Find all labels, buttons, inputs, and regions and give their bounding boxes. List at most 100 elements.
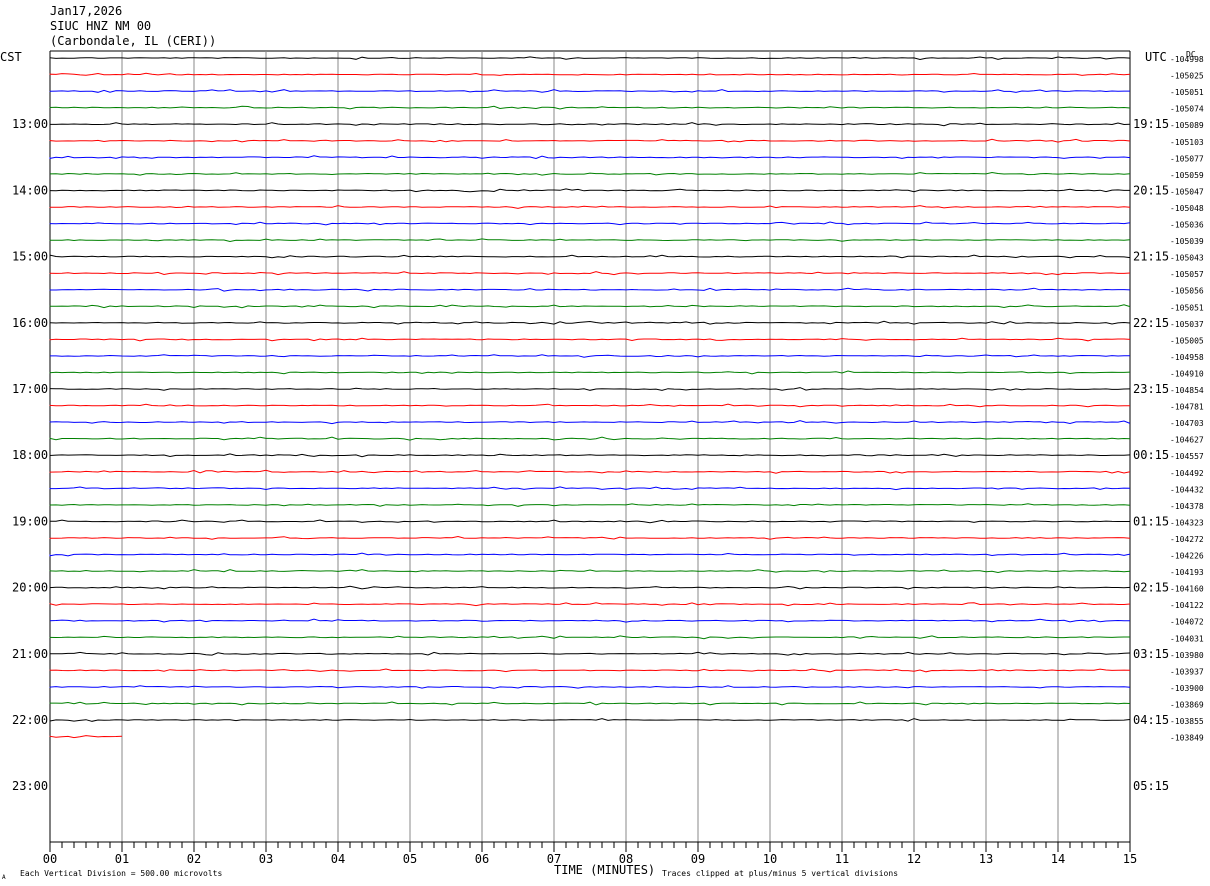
dc-value-label: -104323 [1170,518,1204,527]
right-hour-label: 23:15 [1133,382,1169,396]
dc-value-label: -104226 [1170,552,1204,561]
right-hour-label: 04:15 [1133,713,1169,727]
dc-value-label: -103980 [1170,651,1204,660]
left-hour-label: 22:00 [12,713,48,727]
x-tick-label: 12 [907,852,921,866]
x-tick-label: 09 [691,852,705,866]
seismogram-trace [49,72,1131,76]
seismogram-trace [49,602,1131,607]
corner-mark: A [2,874,6,881]
seismogram-trace [49,535,1131,540]
dc-value-label: -105047 [1170,187,1204,196]
seismogram-trace [50,354,1131,358]
dc-value-label: -105039 [1170,237,1204,246]
x-tick-label: 10 [763,852,777,866]
dc-value-label: -104958 [1170,353,1204,362]
dc-value-label: -105005 [1170,336,1204,345]
dc-value-label: -105037 [1170,320,1204,329]
left-hour-label: 20:00 [12,581,48,595]
seismogram-trace [49,370,1131,375]
seismogram-trace [49,552,1131,557]
left-hour-label: 21:00 [12,647,48,661]
right-axis-title: UTC [1145,50,1167,64]
dc-value-label: -103937 [1170,667,1204,676]
dc-value-label: -104378 [1170,502,1204,511]
dc-value-label: -105057 [1170,270,1204,279]
left-hour-label: 13:00 [12,117,48,131]
seismogram-trace [49,635,1130,640]
seismogram-trace [49,519,1130,524]
left-hour-label: 16:00 [12,316,48,330]
dc-value-label: -105089 [1170,121,1204,130]
right-hour-label: 00:15 [1133,448,1169,462]
left-axis-title: CST [0,50,22,64]
left-hour-label: 23:00 [12,779,48,793]
dc-value-label: -103900 [1170,684,1204,693]
seismogram-trace [49,469,1131,474]
left-hour-label: 18:00 [12,448,48,462]
x-tick-label: 06 [475,852,489,866]
dc-value-label: -104703 [1170,419,1204,428]
dc-value-label: -105103 [1170,138,1204,147]
dc-value-label: -104854 [1170,386,1204,395]
dc-value-label: -104031 [1170,634,1204,643]
left-hour-label: 17:00 [12,382,48,396]
x-tick-label: 02 [187,852,201,866]
x-tick-label: 00 [43,852,57,866]
seismogram-trace [49,122,1131,127]
x-tick-label: 14 [1051,852,1065,866]
trace-layer [49,56,1131,739]
seismogram-trace [49,718,1131,722]
dc-value-label: -104432 [1170,485,1204,494]
seismogram-trace [49,735,123,739]
right-hour-label: 21:15 [1133,250,1169,264]
clip-note: Traces clipped at plus/minus 5 vertical … [662,869,898,878]
dc-value-label: -105056 [1170,287,1204,296]
seismogram-trace [49,238,1131,243]
seismogram-trace [49,89,1130,93]
dc-value-label: -104627 [1170,436,1204,445]
seismogram-trace [49,618,1131,623]
seismogram-trace [49,436,1131,441]
dc-value-label: -104272 [1170,535,1204,544]
dc-value-label: -104492 [1170,469,1204,478]
right-hour-label: 02:15 [1133,581,1169,595]
x-tick-label: 11 [835,852,849,866]
seismogram-trace [49,254,1131,259]
x-tick-label: 15 [1123,852,1137,866]
dc-value-label: -105036 [1170,221,1204,230]
dc-value-label: -105074 [1170,105,1204,114]
seismogram-trace [49,320,1131,325]
x-tick-label: 08 [619,852,633,866]
seismogram-trace [49,503,1131,507]
dc-value-label: -104781 [1170,403,1204,412]
x-tick-label: 07 [547,852,561,866]
seismogram-trace [49,420,1131,425]
seismogram-trace [49,188,1130,193]
seismogram-trace [49,585,1131,590]
dc-value-label: -105025 [1170,72,1204,81]
seismogram-trace [49,271,1131,276]
left-hour-label: 14:00 [12,183,48,197]
seismogram-trace [49,56,1131,61]
seismogram-trace [49,304,1131,309]
x-tick-label: 01 [115,852,129,866]
seismogram-trace [49,171,1131,176]
seismogram-trace [49,337,1131,342]
seismogram-trace [49,221,1131,226]
seismogram-trace [49,205,1131,209]
seismogram-trace [49,403,1130,408]
dc-value-label: -104557 [1170,452,1204,461]
x-tick-label: 05 [403,852,417,866]
dc-value-label: -103849 [1170,734,1204,743]
x-tick-label: 04 [331,852,345,866]
dc-value-label: -105059 [1170,171,1204,180]
dc-value-label: -103869 [1170,700,1204,709]
seismogram-trace [49,105,1131,110]
dc-value-label: -105048 [1170,204,1204,213]
seismogram-trace [49,387,1131,391]
x-tick-label: 13 [979,852,993,866]
dc-value-label: -104998 [1170,55,1204,64]
dc-value-label: -104072 [1170,618,1204,627]
dc-value-label: -104160 [1170,585,1204,594]
